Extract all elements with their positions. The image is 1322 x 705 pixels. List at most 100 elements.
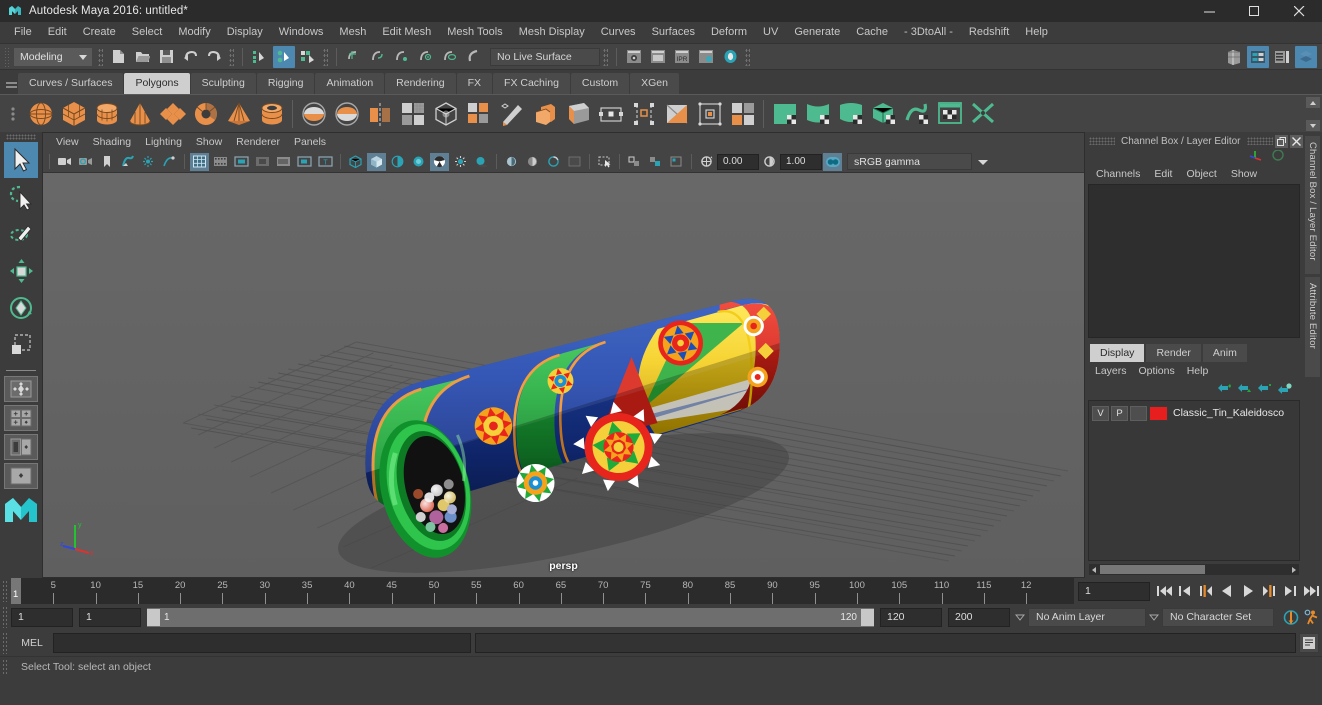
snap-to-view-plane-icon[interactable] [439,46,461,68]
live-surface-field[interactable]: No Live Surface [490,47,600,66]
poly-mirror-icon[interactable] [363,97,396,130]
time-slider[interactable]: 1 5 10 15 20 25 30 35 40 45 50 55 60 65 70 75 80 85 90 95 1… [11,578,1074,604]
shaded-wireframe-icon[interactable] [388,153,407,171]
range-slider-bar[interactable]: 1 120 [147,607,874,627]
help-line-grip[interactable] [2,658,9,675]
minimize-button[interactable] [1187,0,1232,22]
viewport-menu-show[interactable]: Show [189,134,229,150]
wireframe-icon[interactable] [346,153,365,171]
new-layer-from-selected-icon[interactable] [1235,382,1255,398]
command-line-grip[interactable] [2,632,9,654]
select-by-hierarchy-icon[interactable] [249,46,271,68]
menu-set-dropdown[interactable]: Modeling [14,47,92,66]
shelf-tab-fx-caching[interactable]: FX Caching [493,73,570,94]
uv-editor-icon[interactable] [933,97,966,130]
range-slider-left-handle[interactable] [147,608,160,626]
shelf-tab-custom[interactable]: Custom [570,73,630,94]
playback-end-time-field[interactable]: 120 [880,607,942,627]
snap-to-grid-icon[interactable] [343,46,365,68]
lasso-select-tool[interactable] [4,179,38,215]
uv-automatic-mapping-icon[interactable] [867,97,900,130]
poly-torus-icon[interactable] [189,97,222,130]
channel-box-list[interactable] [1088,184,1300,338]
xray-joints-icon[interactable] [625,153,644,171]
viewport-menu-panels[interactable]: Panels [287,134,333,150]
scrollbar-thumb[interactable] [1100,565,1205,574]
display-layer-list[interactable]: V P Classic_Tin_Kaleidosco [1088,399,1300,561]
show-hide-attribute-editor-icon[interactable] [1247,46,1269,68]
make-live-icon[interactable] [463,46,485,68]
resolution-gate-icon[interactable] [232,153,251,171]
step-back-frame-icon[interactable] [1175,580,1196,602]
save-scene-icon[interactable] [155,46,177,68]
script-editor-icon[interactable] [1299,633,1319,653]
shelf-options-icon[interactable] [2,95,24,133]
new-layer-icon[interactable] [1215,382,1235,398]
menu-file[interactable]: File [6,23,40,42]
gamma-icon[interactable] [760,153,779,171]
shelf-tab-rigging[interactable]: Rigging [256,73,315,94]
poly-bevel-icon[interactable] [561,97,594,130]
poly-pyramid-icon[interactable] [222,97,255,130]
hypershade-icon[interactable] [719,46,741,68]
move-tool[interactable] [4,253,38,289]
shelf-tab-curves-surfaces[interactable]: Curves / Surfaces [18,73,124,94]
command-input[interactable] [53,633,471,653]
exposure-icon[interactable] [697,153,716,171]
layer-tab-display[interactable]: Display [1090,343,1145,362]
color-management-icon[interactable] [823,152,842,171]
four-view-layout[interactable] [4,405,38,431]
scroll-left-icon[interactable] [1089,564,1100,575]
viewport-menu-view[interactable]: View [49,134,86,150]
menu-mesh-tools[interactable]: Mesh Tools [439,23,510,42]
show-hide-channel-box-icon[interactable] [1295,46,1317,68]
poly-cube-icon[interactable] [57,97,90,130]
playback-start-time-field[interactable]: 1 [79,607,141,627]
use-default-material-icon[interactable] [409,153,428,171]
uv-spherical-mapping-icon[interactable] [834,97,867,130]
poly-pipe-icon[interactable] [255,97,288,130]
shelf-tab-sculpting[interactable]: Sculpting [190,73,256,94]
menu-curves[interactable]: Curves [593,23,644,42]
screen-space-ao-icon[interactable] [502,153,521,171]
color-management-dropdown[interactable]: sRGB gamma [847,153,972,170]
textured-icon[interactable] [430,152,449,171]
select-by-component-type-icon[interactable] [297,46,319,68]
current-time-field[interactable]: 1 [1078,581,1150,601]
uv-cut-sew-icon[interactable] [966,97,999,130]
paint-select-tool[interactable] [4,216,38,252]
layer-menu-options[interactable]: Options [1133,364,1181,378]
shadows-icon[interactable] [472,153,491,171]
layer-menu-layers[interactable]: Layers [1089,364,1133,378]
toolbox-grip[interactable] [6,134,36,140]
menu-help[interactable]: Help [1017,23,1056,42]
single-perspective-layout[interactable] [4,376,38,402]
layer-row[interactable]: V P Classic_Tin_Kaleidosco [1092,405,1296,422]
menu-surfaces[interactable]: Surfaces [644,23,703,42]
snap-to-projected-center-icon[interactable] [415,46,437,68]
animation-start-time-field[interactable]: 1 [11,607,73,627]
undo-icon[interactable] [179,46,201,68]
xray-icon[interactable] [595,153,614,171]
go-to-start-icon[interactable] [1154,580,1175,602]
new-scene-icon[interactable] [107,46,129,68]
animation-end-time-field[interactable]: 200 [948,607,1010,627]
layer-tab-anim[interactable]: Anim [1202,343,1247,362]
poly-booleans-union-icon[interactable] [297,97,330,130]
anim-layer-combo[interactable]: No Anim Layer [1028,607,1146,627]
shelf-scroll-arrows[interactable] [1306,97,1320,131]
select-by-object-type-icon[interactable] [273,45,295,68]
display-textures-icon[interactable] [667,153,686,171]
select-camera-icon[interactable] [55,153,74,171]
open-scene-icon[interactable] [131,46,153,68]
multisample-aa-icon[interactable] [544,153,563,171]
film-origin-icon[interactable] [274,153,293,171]
show-hide-tool-settings-icon[interactable] [1271,46,1293,68]
close-button[interactable] [1277,0,1322,22]
film-gate-icon[interactable] [211,153,230,171]
shelf-tab-polygons[interactable]: Polygons [124,73,190,94]
maximize-button[interactable] [1232,0,1277,22]
channel-menu-edit[interactable]: Edit [1147,166,1179,182]
shelf-scroll-down-icon[interactable] [1306,120,1320,131]
layer-visibility-toggle[interactable]: V [1092,405,1109,421]
